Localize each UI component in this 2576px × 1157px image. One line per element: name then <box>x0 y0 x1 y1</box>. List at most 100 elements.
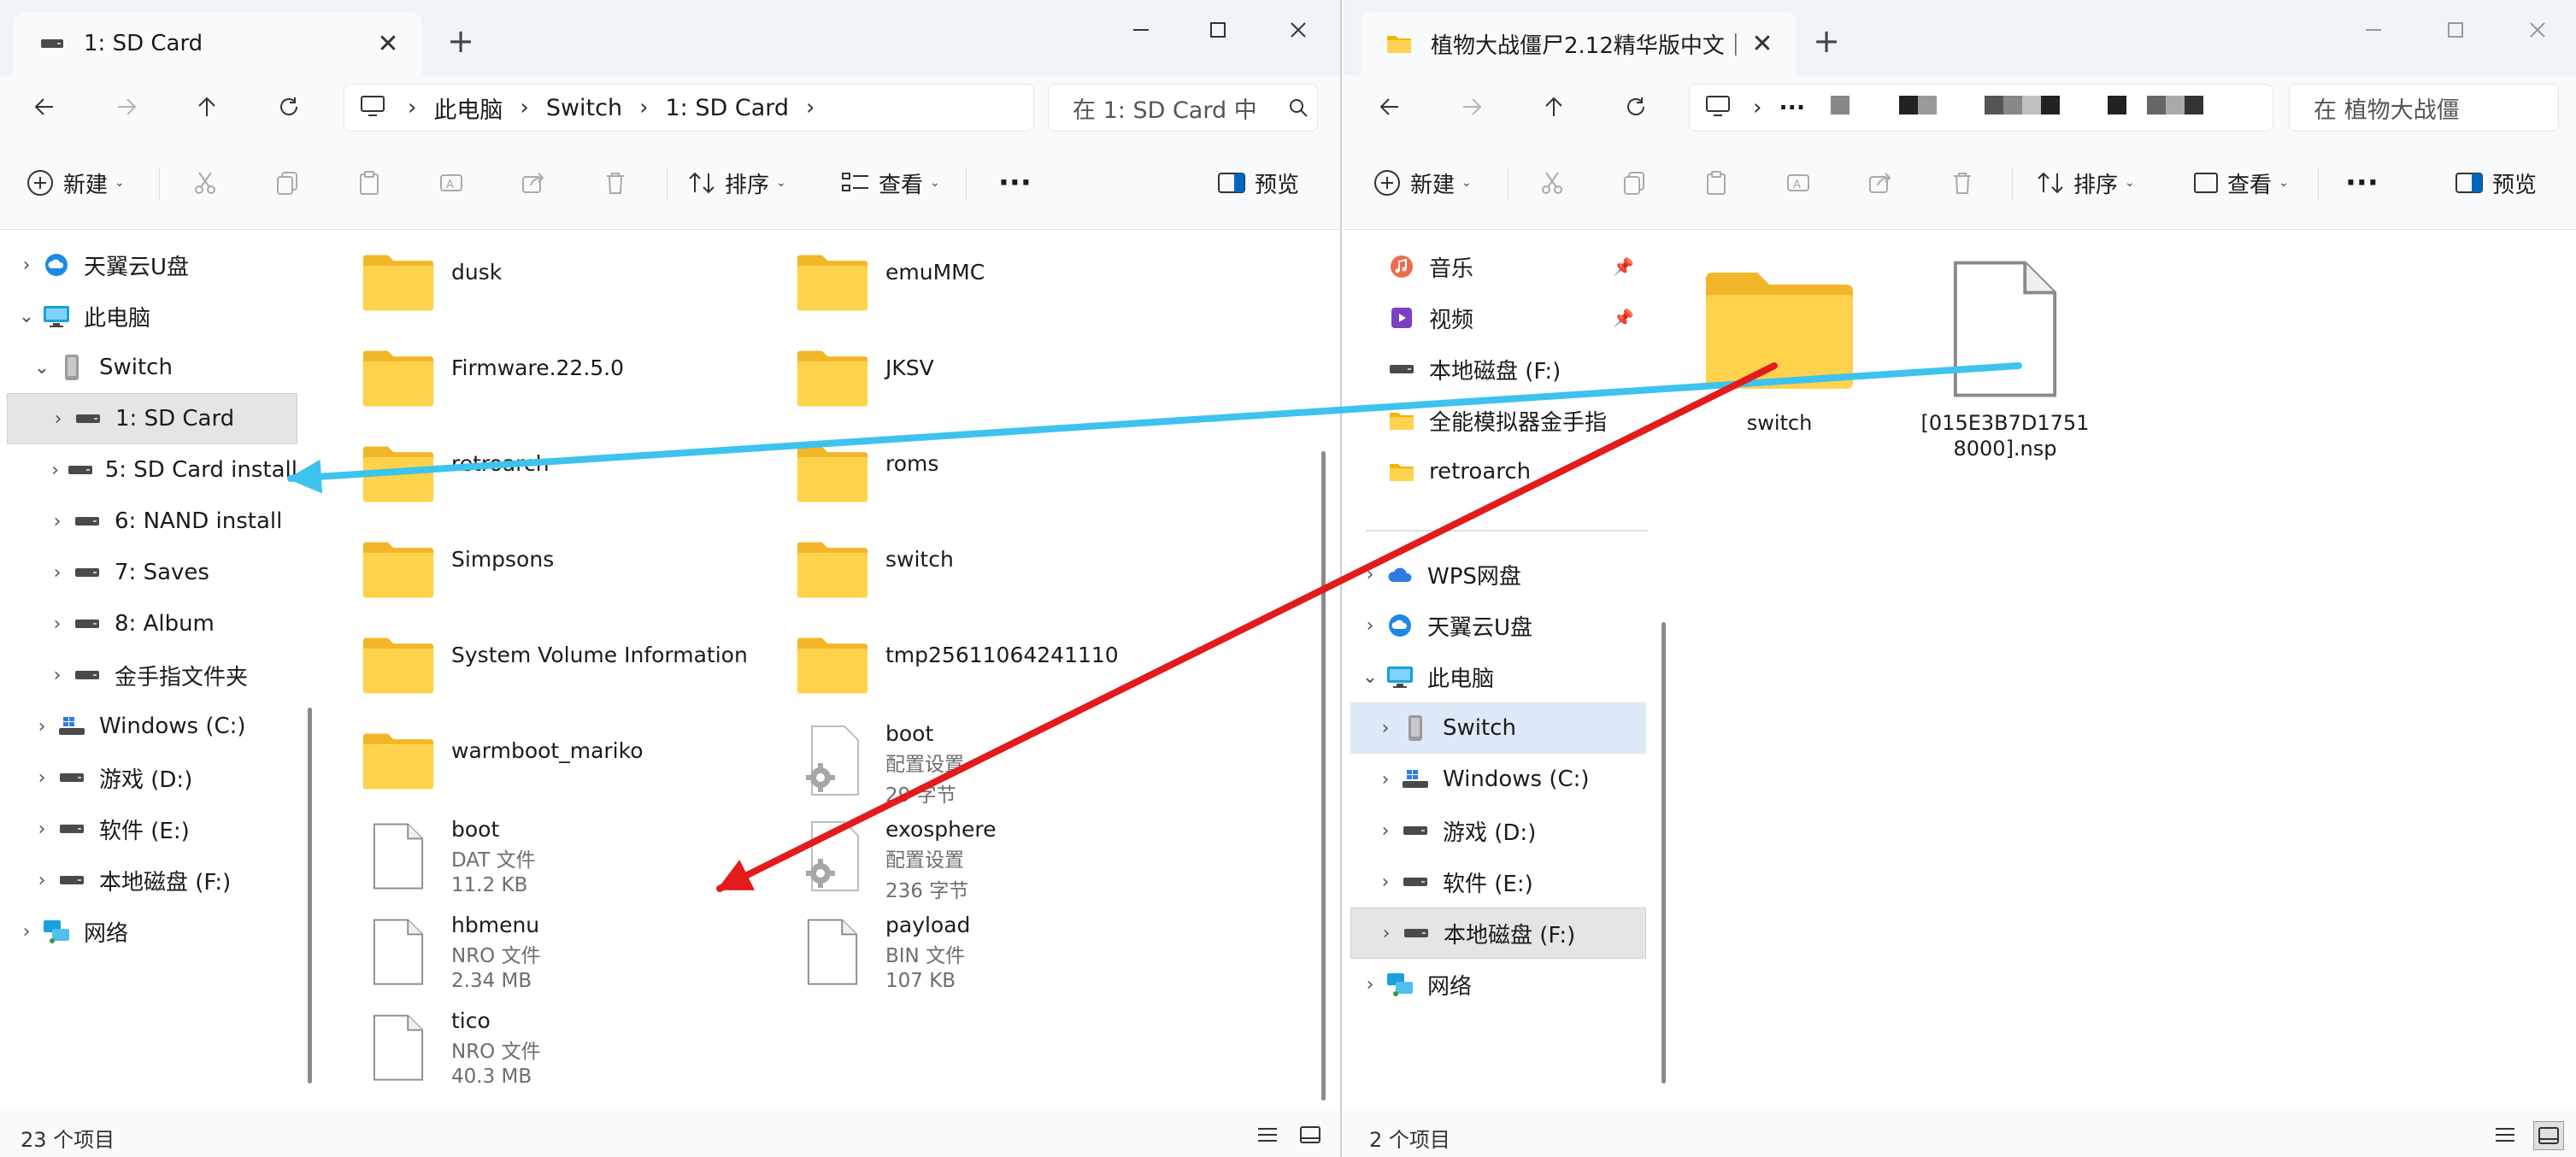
nav-item-item[interactable]: › 金手指文件夹 <box>7 649 297 701</box>
chevron-right-icon[interactable]: › <box>44 460 66 481</box>
chevron-down-icon[interactable]: ⌄ <box>1357 667 1383 688</box>
new-button[interactable]: 新建 ⌄ <box>1373 162 1472 203</box>
nav-item-u[interactable]: › 天翼云U盘 <box>1350 600 1646 651</box>
nav-item-d[interactable]: › 游戏 (D:) <box>1350 805 1646 856</box>
delete-icon[interactable] <box>1945 166 1979 200</box>
folder-item[interactable]: retroarch <box>359 431 550 516</box>
folder-item[interactable]: dusk <box>359 239 502 325</box>
address-box[interactable]: › ··· <box>1689 84 2273 132</box>
folder-item[interactable]: System Volume Information <box>359 622 748 708</box>
folder-item[interactable]: Firmware.22.5.0 <box>359 335 624 420</box>
up-button[interactable] <box>186 89 227 125</box>
large-icons-view-icon[interactable] <box>1296 1121 1325 1148</box>
folder-item[interactable]: roms <box>793 431 938 516</box>
address-box[interactable]: › 此电脑 › Switch › 1: SD Card › <box>344 84 1034 132</box>
folder-item[interactable]: switch <box>1694 256 1865 436</box>
more-button[interactable]: ··· <box>998 162 1032 203</box>
tab-game-folder[interactable]: 植物大战僵尸2.12精华版中文｜ ✕ <box>1361 12 1797 75</box>
nav-item-switch[interactable]: ⌄ Switch <box>7 342 297 393</box>
refresh-button[interactable] <box>268 89 309 125</box>
chevron-right-icon[interactable]: › <box>29 716 55 737</box>
back-button[interactable] <box>1369 89 1410 125</box>
cut-icon[interactable] <box>188 166 222 200</box>
chevron-right-icon[interactable]: › <box>1357 974 1383 995</box>
nav-item-5-sd-card-install[interactable]: › 5: SD Card install <box>7 444 297 496</box>
share-icon[interactable] <box>516 166 550 200</box>
chevron-right-icon[interactable]: › <box>14 921 39 943</box>
close-window-button[interactable] <box>1268 9 1328 51</box>
up-button[interactable] <box>1533 89 1574 125</box>
nav-item-1-sd-card[interactable]: › 1: SD Card <box>7 393 297 444</box>
minimize-button[interactable] <box>2344 9 2403 51</box>
chevron-right-icon[interactable]: › <box>44 562 70 584</box>
chevron-right-icon[interactable]: › <box>29 767 55 789</box>
chevron-right-icon[interactable]: › <box>29 870 55 891</box>
chevron-right-icon[interactable]: › <box>1373 820 1398 842</box>
breadcrumb-overflow[interactable]: ··· <box>1779 95 1805 121</box>
copy-icon[interactable] <box>1617 166 1651 200</box>
nav-item-f[interactable]: 本地磁盘 (F:) <box>1350 344 1646 395</box>
chevron-right-icon[interactable]: › <box>29 819 55 840</box>
breadcrumb-sd-card[interactable]: 1: SD Card <box>666 95 790 121</box>
folder-item[interactable]: emuMMC <box>793 239 985 325</box>
maximize-button[interactable] <box>2426 9 2485 51</box>
large-icons-view-icon[interactable] <box>2533 1121 2564 1150</box>
view-button[interactable]: 查看 ⌄ <box>2193 162 2289 203</box>
view-button[interactable]: 查看 ⌄ <box>841 162 940 203</box>
forward-button[interactable] <box>106 89 147 125</box>
close-tab-icon[interactable]: ✕ <box>371 29 405 59</box>
rename-icon[interactable]: A <box>1781 166 1815 200</box>
nav-item-d[interactable]: › 游戏 (D:) <box>7 752 297 803</box>
nav-item-7-saves[interactable]: › 7: Saves <box>7 547 297 598</box>
file-item[interactable]: tico NRO 文件 40.3 MB <box>359 1005 541 1090</box>
nav-item-item[interactable]: ⌄ 此电脑 <box>1350 651 1646 702</box>
chevron-right-icon[interactable]: › <box>1357 564 1383 585</box>
nav-item-wps[interactable]: › WPS网盘 <box>1350 549 1646 600</box>
breadcrumb-switch[interactable]: Switch <box>546 95 622 121</box>
nav-item-6-nand-install[interactable]: › 6: NAND install <box>7 496 297 547</box>
nav-item-item[interactable]: › 网络 <box>1350 959 1646 1010</box>
preview-button[interactable]: 预览 <box>1217 162 1299 203</box>
chevron-right-icon[interactable]: › <box>1373 718 1398 739</box>
chevron-right-icon[interactable]: › <box>14 255 39 276</box>
folder-item[interactable]: warmboot_mariko <box>359 718 644 803</box>
chevron-right-icon[interactable]: › <box>45 408 71 430</box>
cut-icon[interactable] <box>1535 166 1569 200</box>
share-icon[interactable] <box>1863 166 1897 200</box>
file-item[interactable]: [015E3B7D1751 8000].nsp <box>1920 256 2091 461</box>
chevron-right-icon[interactable]: › <box>1373 872 1398 893</box>
file-item[interactable]: payload BIN 文件 107 KB <box>793 909 970 995</box>
nav-item-f[interactable]: › 本地磁盘 (F:) <box>7 855 297 906</box>
chevron-right-icon[interactable]: › <box>1373 923 1399 944</box>
tab-sd-card[interactable]: 1: SD Card ✕ <box>14 12 422 75</box>
file-item[interactable]: hbmenu NRO 文件 2.34 MB <box>359 909 541 995</box>
chevron-down-icon[interactable]: ⌄ <box>29 357 55 379</box>
breadcrumb-this-pc[interactable]: 此电脑 <box>433 91 503 125</box>
nav-item-u[interactable]: › 天翼云U盘 <box>7 239 297 291</box>
file-item[interactable]: boot 配置设置 29 字节 <box>793 718 964 807</box>
folder-item[interactable]: Simpsons <box>359 526 554 612</box>
folder-item[interactable]: tmp25611064241110 <box>793 622 1119 708</box>
chevron-right-icon[interactable]: › <box>1357 615 1383 637</box>
maximize-button[interactable] <box>1188 9 1248 51</box>
chevron-right-icon[interactable]: › <box>44 614 70 635</box>
nav-item-item[interactable]: ⌄ 此电脑 <box>7 291 297 342</box>
nav-scrollbar[interactable] <box>1661 622 1666 1084</box>
nav-item-retroarch[interactable]: retroarch <box>1350 446 1646 497</box>
preview-button[interactable]: 预览 <box>2455 162 2537 203</box>
forward-button[interactable] <box>1451 89 1492 125</box>
close-window-button[interactable] <box>2508 9 2567 51</box>
copy-icon[interactable] <box>270 166 304 200</box>
nav-item-windows-c[interactable]: › Windows (C:) <box>7 701 297 752</box>
chevron-right-icon[interactable]: › <box>1373 769 1398 790</box>
search-input[interactable]: 在 1: SD Card 中 <box>1048 84 1318 132</box>
delete-icon[interactable] <box>598 166 632 200</box>
content-scrollbar[interactable] <box>1321 451 1326 1101</box>
nav-item-8-album[interactable]: › 8: Album <box>7 598 297 649</box>
nav-scrollbar[interactable] <box>308 708 312 1084</box>
nav-item-e[interactable]: › 软件 (E:) <box>7 803 297 855</box>
nav-item-switch[interactable]: › Switch <box>1350 702 1646 754</box>
new-button[interactable]: 新建 ⌄ <box>26 162 125 203</box>
paste-icon[interactable] <box>352 166 386 200</box>
nav-item-item[interactable]: 全能模拟器金手指 <box>1350 395 1646 446</box>
